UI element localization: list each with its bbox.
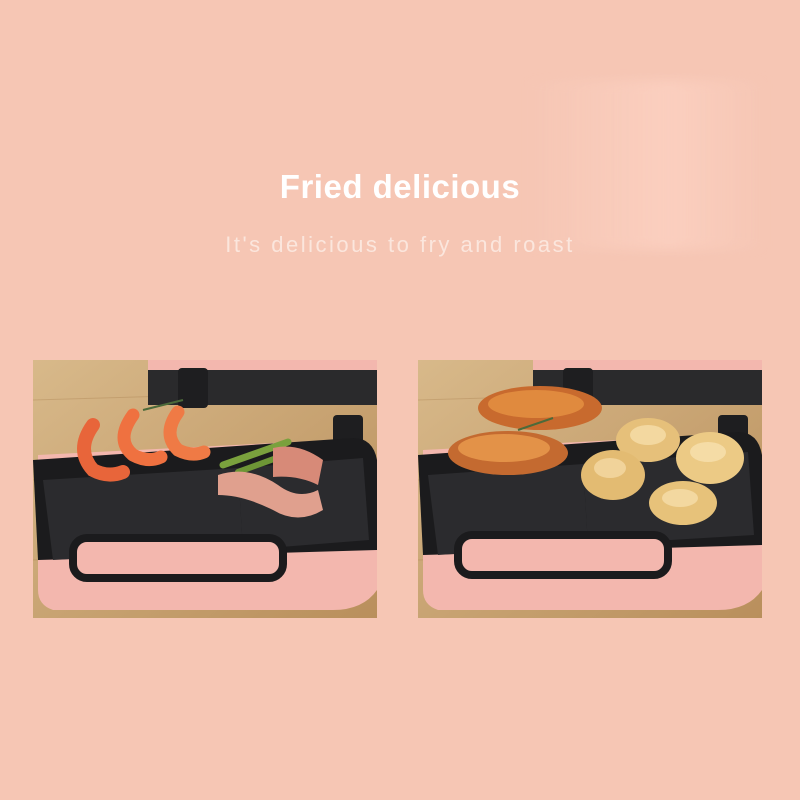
page-subtitle: It's delicious to fry and roast xyxy=(225,232,575,257)
handle-slot xyxy=(454,531,672,579)
background-glow xyxy=(520,80,770,250)
grill-photo-chicken-dumplings xyxy=(418,360,762,618)
page-title: Fried delicious xyxy=(279,168,521,205)
handle-slot xyxy=(69,534,287,582)
grill-photo-shrimp-bacon xyxy=(33,360,377,618)
